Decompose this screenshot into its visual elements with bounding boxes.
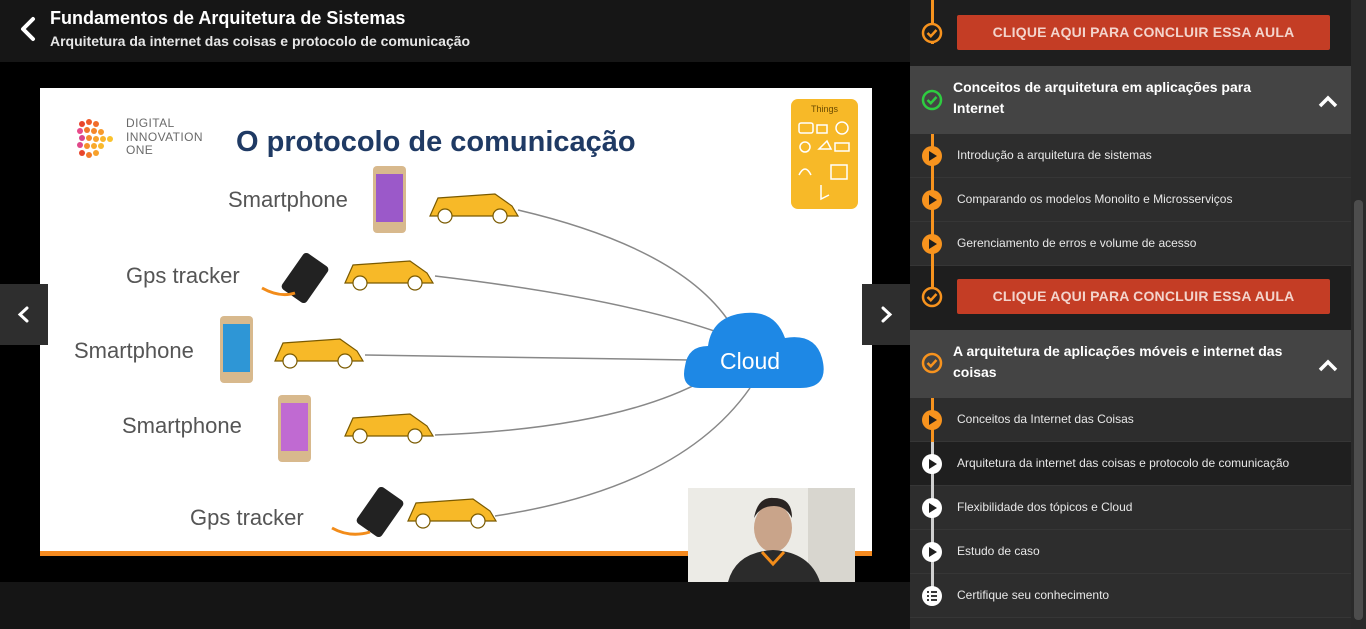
play-circle-icon <box>922 410 942 430</box>
lesson-subtitle: Arquitetura da internet das coisas e pro… <box>50 33 471 49</box>
section-header[interactable]: A arquitetura de aplicações móveis e int… <box>910 330 1351 398</box>
chevron-up-icon[interactable] <box>1318 358 1338 372</box>
section-header[interactable]: Conceitos de arquitetura em aplicações p… <box>910 66 1351 134</box>
cloud-label: Cloud <box>720 348 781 374</box>
device-label: Smartphone <box>74 338 194 363</box>
complete-lesson-button[interactable]: CLIQUE AQUI PARA CONCLUIR ESSA AULA <box>957 15 1330 50</box>
device-label: Gps tracker <box>126 263 240 288</box>
iot-things-icon <box>798 121 850 201</box>
lesson-title: Introdução a arquitetura de sistemas <box>957 148 1152 162</box>
chevron-left-icon <box>17 306 29 323</box>
presentation-slide: DIGITAL INNOVATION ONE O protocolo de co… <box>40 88 872 556</box>
lesson-title: Conceitos da Internet das Coisas <box>957 412 1134 426</box>
scrollbar-thumb[interactable] <box>1354 200 1363 620</box>
things-panel: Things <box>791 99 858 209</box>
car-icon <box>407 498 498 529</box>
car-icon <box>344 413 435 444</box>
instructor-webcam <box>688 488 855 582</box>
lesson-item[interactable]: Flexibilidade dos tópicos e Cloud <box>910 486 1351 530</box>
lesson-item[interactable]: Gerenciamento de erros e volume de acess… <box>910 222 1351 266</box>
check-circle-icon <box>921 286 943 308</box>
connection-lines <box>220 166 824 538</box>
gps-tracker-icon <box>331 486 404 538</box>
lesson-sidebar: CLIQUE AQUI PARA CONCLUIR ESSA AULA Conc… <box>910 0 1351 629</box>
play-circle-icon <box>922 542 942 562</box>
lesson-item[interactable]: Certifique seu conhecimento <box>910 574 1351 618</box>
smartphone-icon <box>278 395 311 462</box>
lesson-title: Flexibilidade dos tópicos e Cloud <box>957 500 1133 514</box>
play-circle-icon <box>922 234 942 254</box>
lesson-title: Gerenciamento de erros e volume de acess… <box>957 236 1197 250</box>
car-icon <box>344 260 435 291</box>
smartphone-icon <box>220 316 253 383</box>
lesson-item[interactable]: Introdução a arquitetura de sistemas <box>910 134 1351 178</box>
player-footer <box>0 582 910 629</box>
chevron-right-icon <box>881 306 893 323</box>
check-circle-icon <box>921 352 943 374</box>
lesson-item[interactable]: Conceitos da Internet das Coisas <box>910 398 1351 442</box>
lesson-item-active[interactable]: Arquitetura da internet das coisas e pro… <box>910 442 1351 486</box>
check-circle-icon <box>921 22 943 44</box>
car-icon <box>429 193 520 224</box>
course-player: Fundamentos de Arquitetura de Sistemas A… <box>0 0 1366 629</box>
smartphone-icon <box>373 166 406 233</box>
play-circle-icon <box>922 146 942 166</box>
course-title: Fundamentos de Arquitetura de Sistemas <box>50 8 406 28</box>
check-circle-icon <box>921 89 943 111</box>
section-title: A arquitetura de aplicações móveis e int… <box>953 343 1283 380</box>
player-header: Fundamentos de Arquitetura de Sistemas A… <box>0 0 910 62</box>
complete-lesson-row: CLIQUE AQUI PARA CONCLUIR ESSA AULA <box>910 266 1351 330</box>
section-title: Conceitos de arquitetura em aplicações p… <box>953 79 1251 116</box>
lesson-item[interactable]: Comparando os modelos Monolito e Micross… <box>910 178 1351 222</box>
play-circle-icon <box>922 190 942 210</box>
device-label: Smartphone <box>228 187 348 212</box>
back-arrow-icon[interactable] <box>14 14 44 44</box>
lesson-title: Arquitetura da internet das coisas e pro… <box>957 456 1290 470</box>
device-label: Gps tracker <box>190 505 304 530</box>
lesson-title: Certifique seu conhecimento <box>957 588 1110 602</box>
lesson-title: Estudo de caso <box>957 544 1040 558</box>
play-circle-icon <box>922 454 942 474</box>
instructor-avatar <box>688 488 855 582</box>
next-lesson-button[interactable] <box>862 284 910 345</box>
previous-lesson-button[interactable] <box>0 284 48 345</box>
lesson-item[interactable]: Estudo de caso <box>910 530 1351 574</box>
sidebar-scrollbar[interactable] <box>1351 0 1366 629</box>
lesson-title: Comparando os modelos Monolito e Micross… <box>957 192 1233 206</box>
complete-lesson-button[interactable]: CLIQUE AQUI PARA CONCLUIR ESSA AULA <box>957 279 1330 314</box>
complete-lesson-row: CLIQUE AQUI PARA CONCLUIR ESSA AULA <box>910 0 1351 66</box>
device-label: Smartphone <box>122 413 242 438</box>
play-circle-icon <box>922 498 942 518</box>
car-icon <box>274 338 365 369</box>
video-stage[interactable]: DIGITAL INNOVATION ONE O protocolo de co… <box>0 62 910 582</box>
chevron-up-icon[interactable] <box>1318 94 1338 108</box>
quiz-list-icon <box>922 586 942 606</box>
gps-tracker-icon <box>261 252 329 304</box>
